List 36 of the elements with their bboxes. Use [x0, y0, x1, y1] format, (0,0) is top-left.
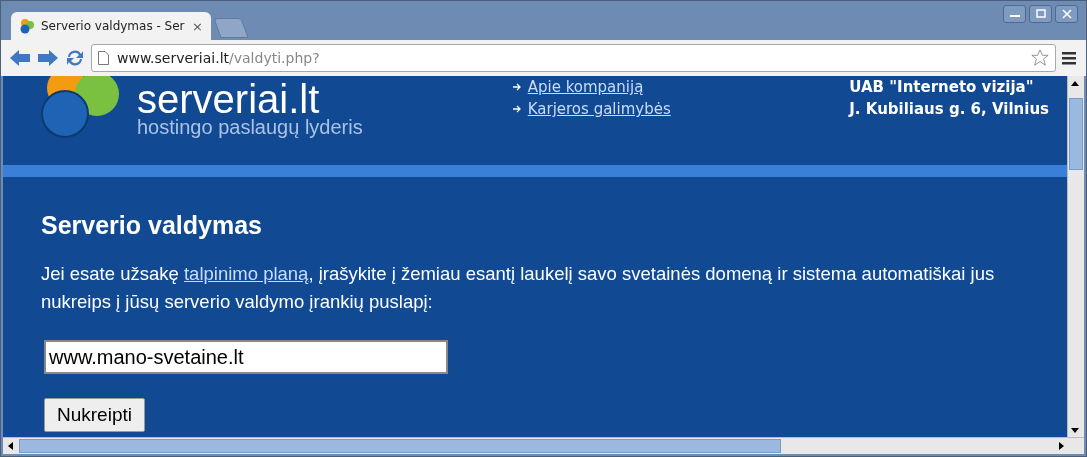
- forward-arrow-icon[interactable]: [37, 49, 59, 67]
- tab-title: Serverio valdymas - Ser: [41, 19, 186, 33]
- scroll-thumb[interactable]: [1069, 98, 1083, 170]
- arrow-icon: [512, 105, 522, 113]
- horizontal-scrollbar[interactable]: [3, 437, 1084, 454]
- arrow-icon: [512, 83, 522, 91]
- circles-icon: [19, 18, 35, 34]
- maximize-icon: [1035, 9, 1046, 19]
- menu-icon[interactable]: [1062, 50, 1078, 66]
- company-address: J. Kubiliaus g. 6, Vilnius: [849, 100, 1049, 118]
- down-arrow-icon[interactable]: [1071, 427, 1079, 433]
- close-icon[interactable]: ×: [192, 18, 203, 34]
- domain-field[interactable]: www.mano-svetaine.lt: [44, 340, 448, 374]
- header-link[interactable]: Apie kompaniją: [527, 78, 644, 96]
- right-arrow-icon[interactable]: [1058, 442, 1064, 450]
- browser-tab[interactable]: Serverio valdymas - Ser ×: [11, 12, 211, 40]
- instructions-text: Jei esate užsakę talpinimo planą, įrašykite į žemiau esantį laukelį savo svetainės domeną ir sistema automatiškai jus nukreips į jūsų serverio valdymo įrankių puslapį:: [41, 262, 996, 314]
- maximize-button[interactable]: [1029, 5, 1052, 23]
- left-arrow-icon[interactable]: [7, 442, 13, 450]
- company-name: UAB "Interneto vizija": [849, 78, 1035, 96]
- minimize-button[interactable]: [1003, 5, 1026, 23]
- reload-icon[interactable]: [65, 48, 85, 68]
- header-link[interactable]: Karjeros galimybės: [527, 100, 671, 118]
- page-icon: [98, 51, 109, 65]
- scroll-thumb[interactable]: [19, 439, 781, 453]
- vertical-scrollbar[interactable]: [1067, 76, 1084, 437]
- close-icon: [1061, 9, 1072, 19]
- redirect-button[interactable]: Nukreipti: [44, 398, 145, 432]
- up-arrow-icon[interactable]: [1071, 80, 1079, 86]
- address-bar[interactable]: www.serveriai.lt/valdyti.php?: [91, 44, 1056, 72]
- plan-link[interactable]: talpinimo planą: [183, 263, 309, 284]
- page-heading: Serverio valdymas: [41, 211, 263, 240]
- url-text: www.serveriai.lt/valdyti.php?: [117, 50, 321, 66]
- close-button[interactable]: [1055, 5, 1078, 23]
- star-icon[interactable]: [1031, 49, 1049, 67]
- back-arrow-icon[interactable]: [9, 49, 31, 67]
